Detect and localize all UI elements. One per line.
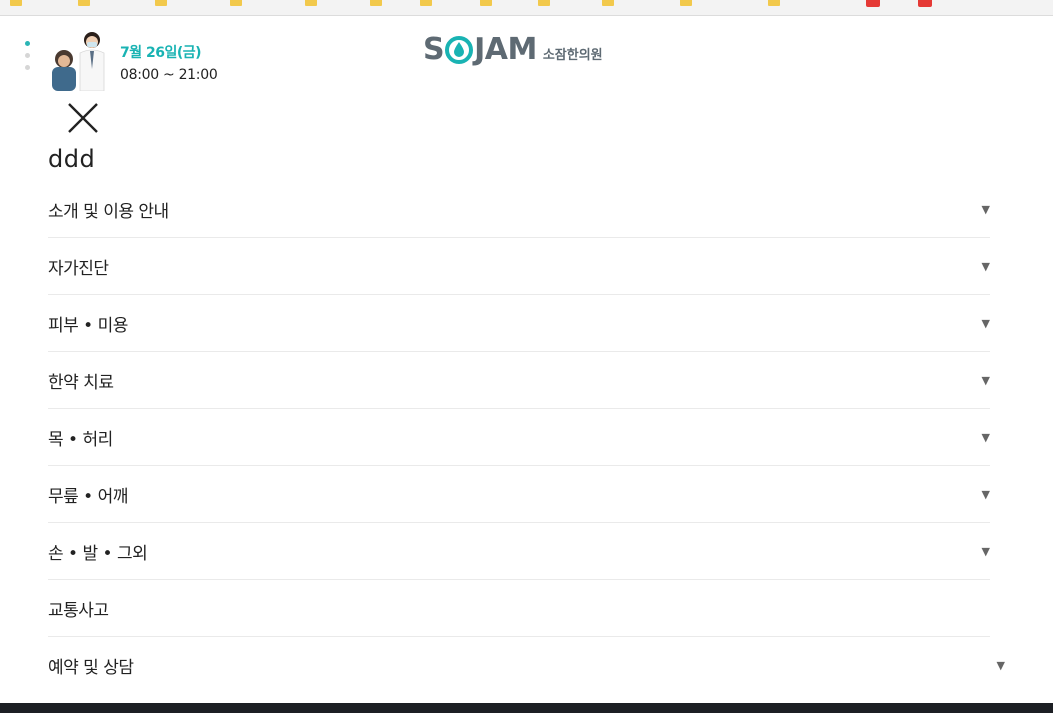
date-label: 7월 26일(금) xyxy=(120,45,202,61)
hours-label: 08:00 ~ 21:00 xyxy=(120,67,218,83)
bookmarks-bar xyxy=(0,0,1053,16)
menu-item-label: 예약 및 상담 xyxy=(48,658,134,678)
folder-icon xyxy=(538,0,550,6)
close-icon[interactable] xyxy=(66,101,100,135)
site-logo[interactable]: S JAM 소잠한의원 xyxy=(423,34,603,66)
youtube-icon xyxy=(866,0,880,7)
menu-item-label: 교통사고 xyxy=(48,600,109,621)
chevron-down-icon[interactable]: ▼ xyxy=(982,203,990,216)
bookmark-item[interactable] xyxy=(230,0,242,8)
folder-icon xyxy=(10,0,22,6)
menu-item-label: 무릎 • 어깨 xyxy=(48,486,128,507)
youtube-icon xyxy=(918,0,932,7)
logo-text-right: JAM xyxy=(474,32,537,67)
menu-item-self-diagnosis[interactable]: 자가진단 ▼ xyxy=(48,238,990,295)
folder-icon xyxy=(680,0,692,6)
slider-dot[interactable] xyxy=(25,53,30,58)
menu-item-skin-beauty[interactable]: 피부 • 미용 ▼ xyxy=(48,295,990,352)
bookmark-item[interactable] xyxy=(768,0,780,8)
menu-item-label: 목 • 허리 xyxy=(48,429,113,450)
main-menu: 소개 및 이용 안내 ▼ 자가진단 ▼ 피부 • 미용 ▼ 한약 치료 ▼ 목 … xyxy=(48,181,1005,694)
folder-icon xyxy=(602,0,614,6)
bookmark-item[interactable] xyxy=(866,0,880,8)
folder-icon xyxy=(230,0,242,6)
bookmark-item[interactable] xyxy=(480,0,492,8)
bookmark-item[interactable] xyxy=(78,0,90,8)
bookmark-item[interactable] xyxy=(155,0,167,8)
water-drop-icon xyxy=(445,36,474,64)
logo-korean: 소잠한의원 xyxy=(542,48,603,63)
slider-dot[interactable] xyxy=(25,41,30,46)
menu-item-reservation[interactable]: 예약 및 상담 ▼ xyxy=(48,637,1005,694)
chevron-down-icon[interactable]: ▼ xyxy=(982,545,990,558)
menu-title: ddd xyxy=(48,145,96,173)
bookmark-item[interactable] xyxy=(602,0,614,8)
chevron-down-icon[interactable]: ▼ xyxy=(982,488,990,501)
doctor-image xyxy=(46,29,106,91)
bookmark-item[interactable] xyxy=(370,0,382,8)
menu-item-label: 소개 및 이용 안내 xyxy=(48,201,169,222)
slider-dot[interactable] xyxy=(25,65,30,70)
bookmark-item[interactable] xyxy=(538,0,550,8)
menu-item-herbal-treatment[interactable]: 한약 치료 ▼ xyxy=(48,352,990,409)
bookmark-item[interactable] xyxy=(305,0,317,8)
menu-item-intro[interactable]: 소개 및 이용 안내 ▼ xyxy=(48,181,990,238)
logo-wordmark: S JAM xyxy=(423,34,537,66)
chevron-down-icon[interactable]: ▼ xyxy=(997,659,1005,672)
menu-item-label: 한약 치료 xyxy=(48,372,114,393)
folder-icon xyxy=(155,0,167,6)
menu-item-label: 피부 • 미용 xyxy=(48,315,128,336)
folder-icon xyxy=(480,0,492,6)
menu-item-label: 손 • 발 • 그외 xyxy=(48,543,148,564)
folder-icon xyxy=(420,0,432,6)
folder-icon xyxy=(78,0,90,6)
logo-text-left: S xyxy=(423,32,445,67)
chevron-down-icon[interactable]: ▼ xyxy=(982,260,990,273)
bookmark-item[interactable] xyxy=(918,0,932,8)
background-image-strip xyxy=(0,703,1053,713)
menu-item-label: 자가진단 xyxy=(48,258,109,279)
menu-item-traffic-accident[interactable]: 교통사고 xyxy=(48,580,990,637)
folder-icon xyxy=(305,0,317,6)
folder-icon xyxy=(370,0,382,6)
chevron-down-icon[interactable]: ▼ xyxy=(982,374,990,387)
bookmark-item[interactable] xyxy=(420,0,432,8)
menu-item-neck-back[interactable]: 목 • 허리 ▼ xyxy=(48,409,990,466)
slider-dots xyxy=(25,41,30,77)
menu-item-knee-shoulder[interactable]: 무릎 • 어깨 ▼ xyxy=(48,466,990,523)
bookmark-item[interactable] xyxy=(680,0,692,8)
folder-icon xyxy=(768,0,780,6)
bookmark-item[interactable] xyxy=(10,0,22,8)
menu-item-hand-foot-etc[interactable]: 손 • 발 • 그외 ▼ xyxy=(48,523,990,580)
chevron-down-icon[interactable]: ▼ xyxy=(982,317,990,330)
chevron-down-icon[interactable]: ▼ xyxy=(982,431,990,444)
